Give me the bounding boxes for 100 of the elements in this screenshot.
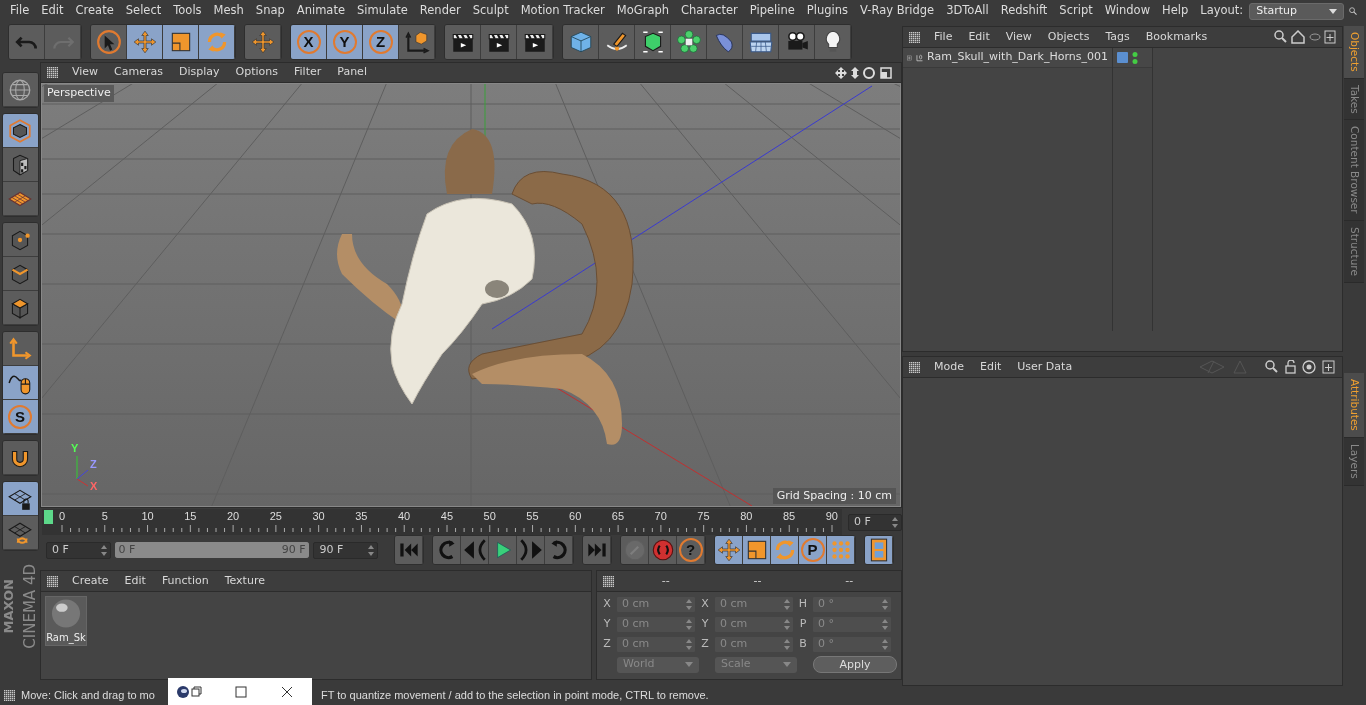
- view-navigation-icon[interactable]: [835, 65, 895, 80]
- viewport-menu-item[interactable]: Filter: [286, 64, 330, 81]
- menu-item[interactable]: Select: [119, 2, 168, 20]
- bent-shape-button[interactable]: [707, 25, 743, 59]
- attribute-menu-item[interactable]: Mode: [926, 358, 972, 376]
- attribute-tools-icon[interactable]: [1198, 360, 1337, 374]
- manager-tools-icon[interactable]: [1274, 30, 1337, 44]
- cloner-spheres-button[interactable]: [671, 25, 707, 59]
- menu-item[interactable]: Render: [413, 2, 467, 20]
- viewport-menu-item[interactable]: Cameras: [106, 64, 171, 81]
- axis-toggle-button[interactable]: S: [2, 400, 38, 434]
- object-name[interactable]: Ram_Skull_with_Dark_Horns_001: [927, 49, 1108, 66]
- side-tab[interactable]: Layers: [1344, 437, 1365, 486]
- rotate-arrows-button[interactable]: [199, 25, 235, 59]
- globe-button[interactable]: [2, 73, 38, 107]
- skip-end-button[interactable]: [583, 536, 611, 564]
- object-menu-item[interactable]: Objects: [1039, 28, 1098, 46]
- object-menu-item[interactable]: Bookmarks: [1137, 28, 1216, 46]
- workplane-grid-button[interactable]: [2, 182, 38, 216]
- close-icon[interactable]: [280, 684, 294, 699]
- axis-toggle-button[interactable]: P: [799, 536, 827, 564]
- panel-grip-icon[interactable]: [47, 575, 58, 587]
- side-tab[interactable]: Takes: [1344, 78, 1365, 121]
- cursor-arrow-button[interactable]: [91, 25, 127, 59]
- material-menu-item[interactable]: Create: [64, 572, 117, 590]
- side-tab[interactable]: Structure: [1344, 221, 1365, 283]
- attribute-menu-item[interactable]: User Data: [1009, 358, 1081, 376]
- magnet-button[interactable]: [2, 441, 38, 475]
- current-frame-field[interactable]: 0 F: [848, 513, 902, 531]
- object-menu-item[interactable]: View: [997, 28, 1040, 46]
- spinner-icon[interactable]: [892, 516, 898, 528]
- clapperboard-button[interactable]: [481, 25, 517, 59]
- spinner-icon[interactable]: [368, 544, 374, 556]
- panel-grip-icon[interactable]: [909, 361, 920, 373]
- object-menu-item[interactable]: Edit: [960, 28, 998, 46]
- visibility-dots-icon[interactable]: [1132, 50, 1138, 65]
- material-menu-item[interactable]: Texture: [216, 572, 273, 590]
- panel-grip-icon[interactable]: [47, 67, 58, 78]
- cube-button[interactable]: [563, 25, 599, 59]
- axis-toggle-button[interactable]: Y: [327, 25, 363, 59]
- texture-cube-button[interactable]: [2, 148, 38, 182]
- menu-item[interactable]: Sculpt: [466, 2, 515, 20]
- step-forward-button[interactable]: [517, 536, 545, 564]
- menu-item[interactable]: Edit: [35, 2, 70, 20]
- menu-item[interactable]: Script: [1053, 2, 1099, 20]
- mouse-button[interactable]: [2, 366, 38, 400]
- skip-start-button[interactable]: [395, 536, 423, 564]
- step-back-button[interactable]: [461, 536, 489, 564]
- layout-dropdown[interactable]: Startup: [1249, 2, 1345, 20]
- menu-item[interactable]: Mesh: [207, 2, 250, 20]
- move-arrows-button[interactable]: [715, 536, 743, 564]
- model-cube-button[interactable]: [2, 114, 38, 148]
- side-tab[interactable]: Attributes: [1344, 372, 1365, 438]
- color-tag[interactable]: [1117, 52, 1128, 63]
- material-menu-item[interactable]: Function: [153, 572, 217, 590]
- camera-label[interactable]: Perspective: [44, 85, 114, 102]
- viewport-menu-item[interactable]: Panel: [329, 64, 375, 81]
- apply-button[interactable]: Apply: [813, 656, 897, 673]
- menu-item[interactable]: File: [4, 2, 36, 20]
- locked-grid-button[interactable]: [2, 482, 38, 516]
- axis-button[interactable]: [2, 332, 38, 366]
- loop-back-button[interactable]: [433, 536, 461, 564]
- polygon-cube-button[interactable]: [2, 291, 38, 325]
- edge-cube-button[interactable]: [2, 257, 38, 291]
- object-menu-item[interactable]: File: [926, 28, 961, 46]
- playhead-marker[interactable]: [44, 510, 53, 524]
- start-frame-field[interactable]: 0 F: [46, 541, 111, 559]
- clapperboard-button[interactable]: [517, 25, 553, 59]
- menu-item[interactable]: Character: [675, 2, 744, 20]
- scale-square-button[interactable]: [163, 25, 199, 59]
- menu-item[interactable]: Simulate: [351, 2, 414, 20]
- record-button[interactable]: [649, 536, 677, 564]
- axes-cube-button[interactable]: [399, 25, 435, 59]
- side-tab[interactable]: Objects: [1344, 26, 1365, 79]
- viewport-menu-item[interactable]: View: [64, 64, 107, 81]
- menu-item[interactable]: Redshift: [994, 2, 1054, 20]
- grid-rotate-button[interactable]: [2, 516, 38, 550]
- material-swatch[interactable]: Ram_Sk: [45, 596, 87, 646]
- viewport-menu-item[interactable]: Display: [171, 64, 228, 81]
- menu-item[interactable]: V-Ray Bridge: [854, 2, 941, 20]
- film-strip-button[interactable]: [865, 536, 893, 564]
- panel-grip-icon[interactable]: [909, 31, 920, 43]
- generator-cube-button[interactable]: [635, 25, 671, 59]
- scale-square-button[interactable]: [743, 536, 771, 564]
- menu-item[interactable]: Animate: [290, 2, 351, 20]
- pen-button[interactable]: [599, 25, 635, 59]
- menu-item[interactable]: Help: [1156, 2, 1195, 20]
- panel-grip-icon[interactable]: [4, 690, 15, 701]
- rotate-arrows-button[interactable]: [771, 536, 799, 564]
- menu-item[interactable]: MoGraph: [610, 2, 676, 20]
- spinner-icon[interactable]: [100, 544, 107, 556]
- menu-item[interactable]: Motion Tracker: [514, 2, 611, 20]
- timeline-ruler[interactable]: 0 5 10 15 20 25 30 35 40 45 50 55 60 65 70 75 80 85 90: [42, 509, 842, 535]
- undo-arrow-button[interactable]: [9, 25, 45, 59]
- light-bulb-button[interactable]: [815, 25, 851, 59]
- clapperboard-button[interactable]: [445, 25, 481, 59]
- menu-item[interactable]: 3DToAll: [940, 2, 995, 20]
- menu-item[interactable]: Tools: [167, 2, 208, 20]
- side-tab[interactable]: Content Browser: [1344, 120, 1365, 222]
- point-cube-button[interactable]: [2, 223, 38, 257]
